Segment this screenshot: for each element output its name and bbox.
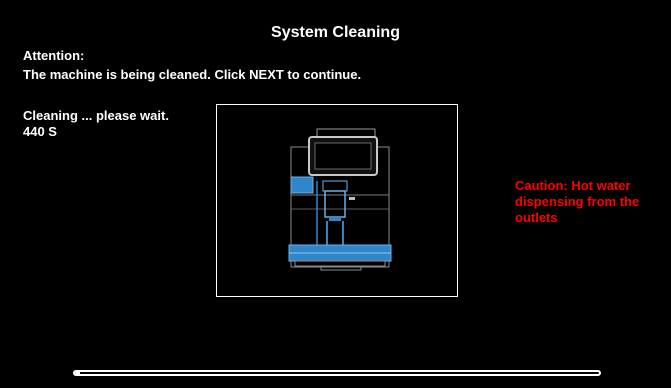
cleaning-progress-fill <box>75 372 81 374</box>
cleaning-countdown: Cleaning ... please wait. 440 S <box>23 108 169 139</box>
cleaning-progress-bar <box>73 370 601 376</box>
instruction-message: The machine is being cleaned. Click NEXT… <box>23 67 362 82</box>
hot-water-caution: Caution: Hot water dispensing from the o… <box>515 178 640 225</box>
page-title: System Cleaning <box>271 24 400 41</box>
coffee-machine-icon <box>288 128 392 271</box>
attention-label: Attention: <box>23 48 85 63</box>
machine-illustration-frame <box>216 104 458 297</box>
